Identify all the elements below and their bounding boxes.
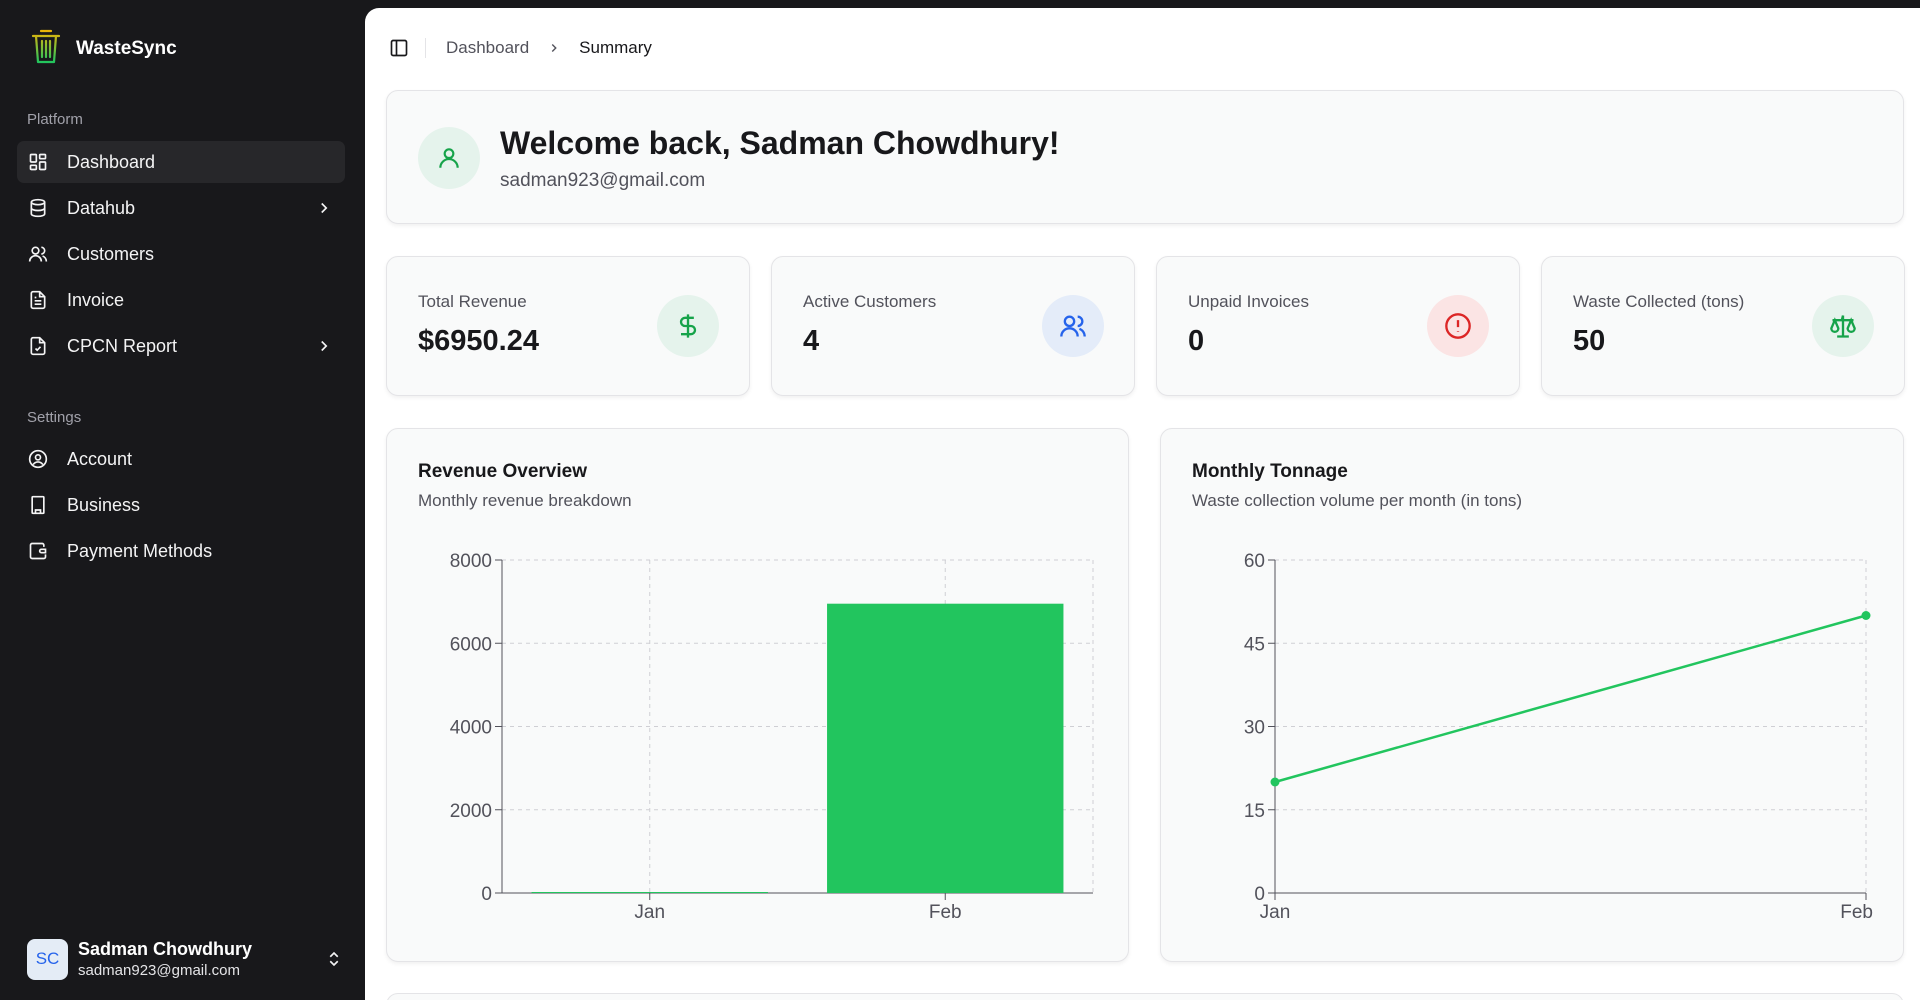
user-circle-icon [27,448,49,470]
trash-logo-icon [30,28,62,69]
stat-value: 50 [1573,325,1606,357]
brand[interactable]: WasteSync [30,28,177,69]
welcome-email: sadman923@gmail.com [500,170,706,191]
stat-card-waste-collected: Waste Collected (tons) 50 [1541,256,1905,396]
settings-section-label: Settings [27,409,82,426]
wallet-icon [27,540,49,562]
user-name: Sadman Chowdhury [78,939,253,959]
stat-title: Total Revenue [418,292,527,311]
sidebar-item-payment-methods[interactable]: Payment Methods [17,530,345,572]
welcome-title: Welcome back, Sadman Chowdhury! [500,125,1060,161]
dashboard-icon [27,151,49,173]
avatar: SC [27,938,68,980]
data-point [1270,777,1280,787]
breadcrumb: Dashboard Summary [446,38,652,58]
y-tick-label: 30 [1244,718,1265,739]
bar [827,603,1064,893]
settings-nav: Account Business Payment Methods [17,438,345,576]
y-tick-label: 0 [481,884,492,905]
stat-card-unpaid-invoices: Unpaid Invoices 0 [1156,256,1520,396]
sidebar-item-business[interactable]: Business [17,484,345,526]
file-check-icon [27,335,49,357]
scale-icon [1812,295,1874,357]
sidebar: WasteSync Platform Dashboard Datahub Cus… [0,0,365,1000]
sidebar-item-label: Dashboard [67,151,156,172]
y-tick-label: 6000 [450,634,492,655]
sidebar-item-label: Payment Methods [67,540,213,561]
bottom-card [386,993,1904,1000]
breadcrumb-current: Summary [579,38,652,57]
stat-title: Active Customers [803,292,937,311]
stat-card-active-customers: Active Customers 4 [771,256,1135,396]
stat-value: 0 [1188,325,1205,357]
stat-title: Unpaid Invoices [1188,292,1309,311]
breadcrumb-dashboard[interactable]: Dashboard [446,38,529,58]
sidebar-item-invoice[interactable]: Invoice [17,279,345,321]
y-tick-label: 60 [1244,551,1265,572]
tonnage-chart-card: Monthly Tonnage Waste collection volume … [1160,428,1904,962]
divider [425,38,426,58]
sidebar-item-label: Datahub [67,197,136,218]
sidebar-item-label: Customers [67,243,155,264]
chevrons-up-down-icon [329,951,339,967]
main-content: Dashboard Summary Welcome back, Sadman C… [365,8,1920,1000]
sidebar-toggle-icon[interactable] [389,38,409,58]
chevron-right-icon [551,44,557,52]
x-tick-label: Feb [929,902,962,923]
database-icon [27,197,49,219]
chevron-right-icon [321,202,328,214]
building-icon [27,494,49,516]
alert-circle-icon [1427,295,1489,357]
chevron-right-icon [321,340,328,352]
series-line [1274,614,1867,784]
data-point [1861,611,1871,620]
sidebar-item-customers[interactable]: Customers [17,233,345,275]
platform-section-label: Platform [27,111,83,128]
sidebar-item-label: Invoice [67,289,125,310]
revenue-bar-chart: 0 2000 4000 6000 8000 Jan Feb [450,551,1094,923]
x-tick-label: Feb [1840,902,1873,923]
y-tick-label: 45 [1244,634,1265,655]
sidebar-item-dashboard[interactable]: Dashboard [17,141,345,183]
user-icon [418,127,480,189]
y-tick-label: 4000 [450,718,492,739]
bar [531,892,768,893]
topbar: Dashboard Summary [389,38,652,58]
user-email: sadman923@gmail.com [78,962,240,979]
y-tick-label: 8000 [450,551,492,572]
stat-card-total-revenue: Total Revenue $6950.24 [386,256,750,396]
sidebar-item-label: CPCN Report [67,335,178,356]
stat-title: Waste Collected (tons) [1573,292,1745,311]
tonnage-line-chart: 015304560Jan Feb [1244,551,1873,923]
users-icon [1042,295,1104,357]
users-icon [27,243,49,265]
stat-value: 4 [803,325,820,357]
stat-value: $6950.24 [418,325,539,357]
platform-nav: Dashboard Datahub Customers Invoice CPCN… [17,141,345,371]
y-tick-label: 15 [1244,801,1265,822]
x-tick-label: Jan [634,902,665,923]
sidebar-item-label: Account [67,448,133,469]
revenue-chart-card: Revenue Overview Monthly revenue breakdo… [386,428,1129,962]
sidebar-item-datahub[interactable]: Datahub [17,187,345,229]
user-menu[interactable]: SC Sadman Chowdhury sadman923@gmail.com [27,936,343,982]
x-tick-label: Jan [1260,902,1291,923]
app-name: WasteSync [76,37,177,59]
sidebar-item-label: Business [67,494,141,515]
y-tick-label: 2000 [450,801,492,822]
welcome-card: Welcome back, Sadman Chowdhury! sadman92… [386,90,1904,224]
dollar-icon [657,295,719,357]
file-text-icon [27,289,49,311]
sidebar-item-cpcn-report[interactable]: CPCN Report [17,325,345,367]
sidebar-item-account[interactable]: Account [17,438,345,480]
